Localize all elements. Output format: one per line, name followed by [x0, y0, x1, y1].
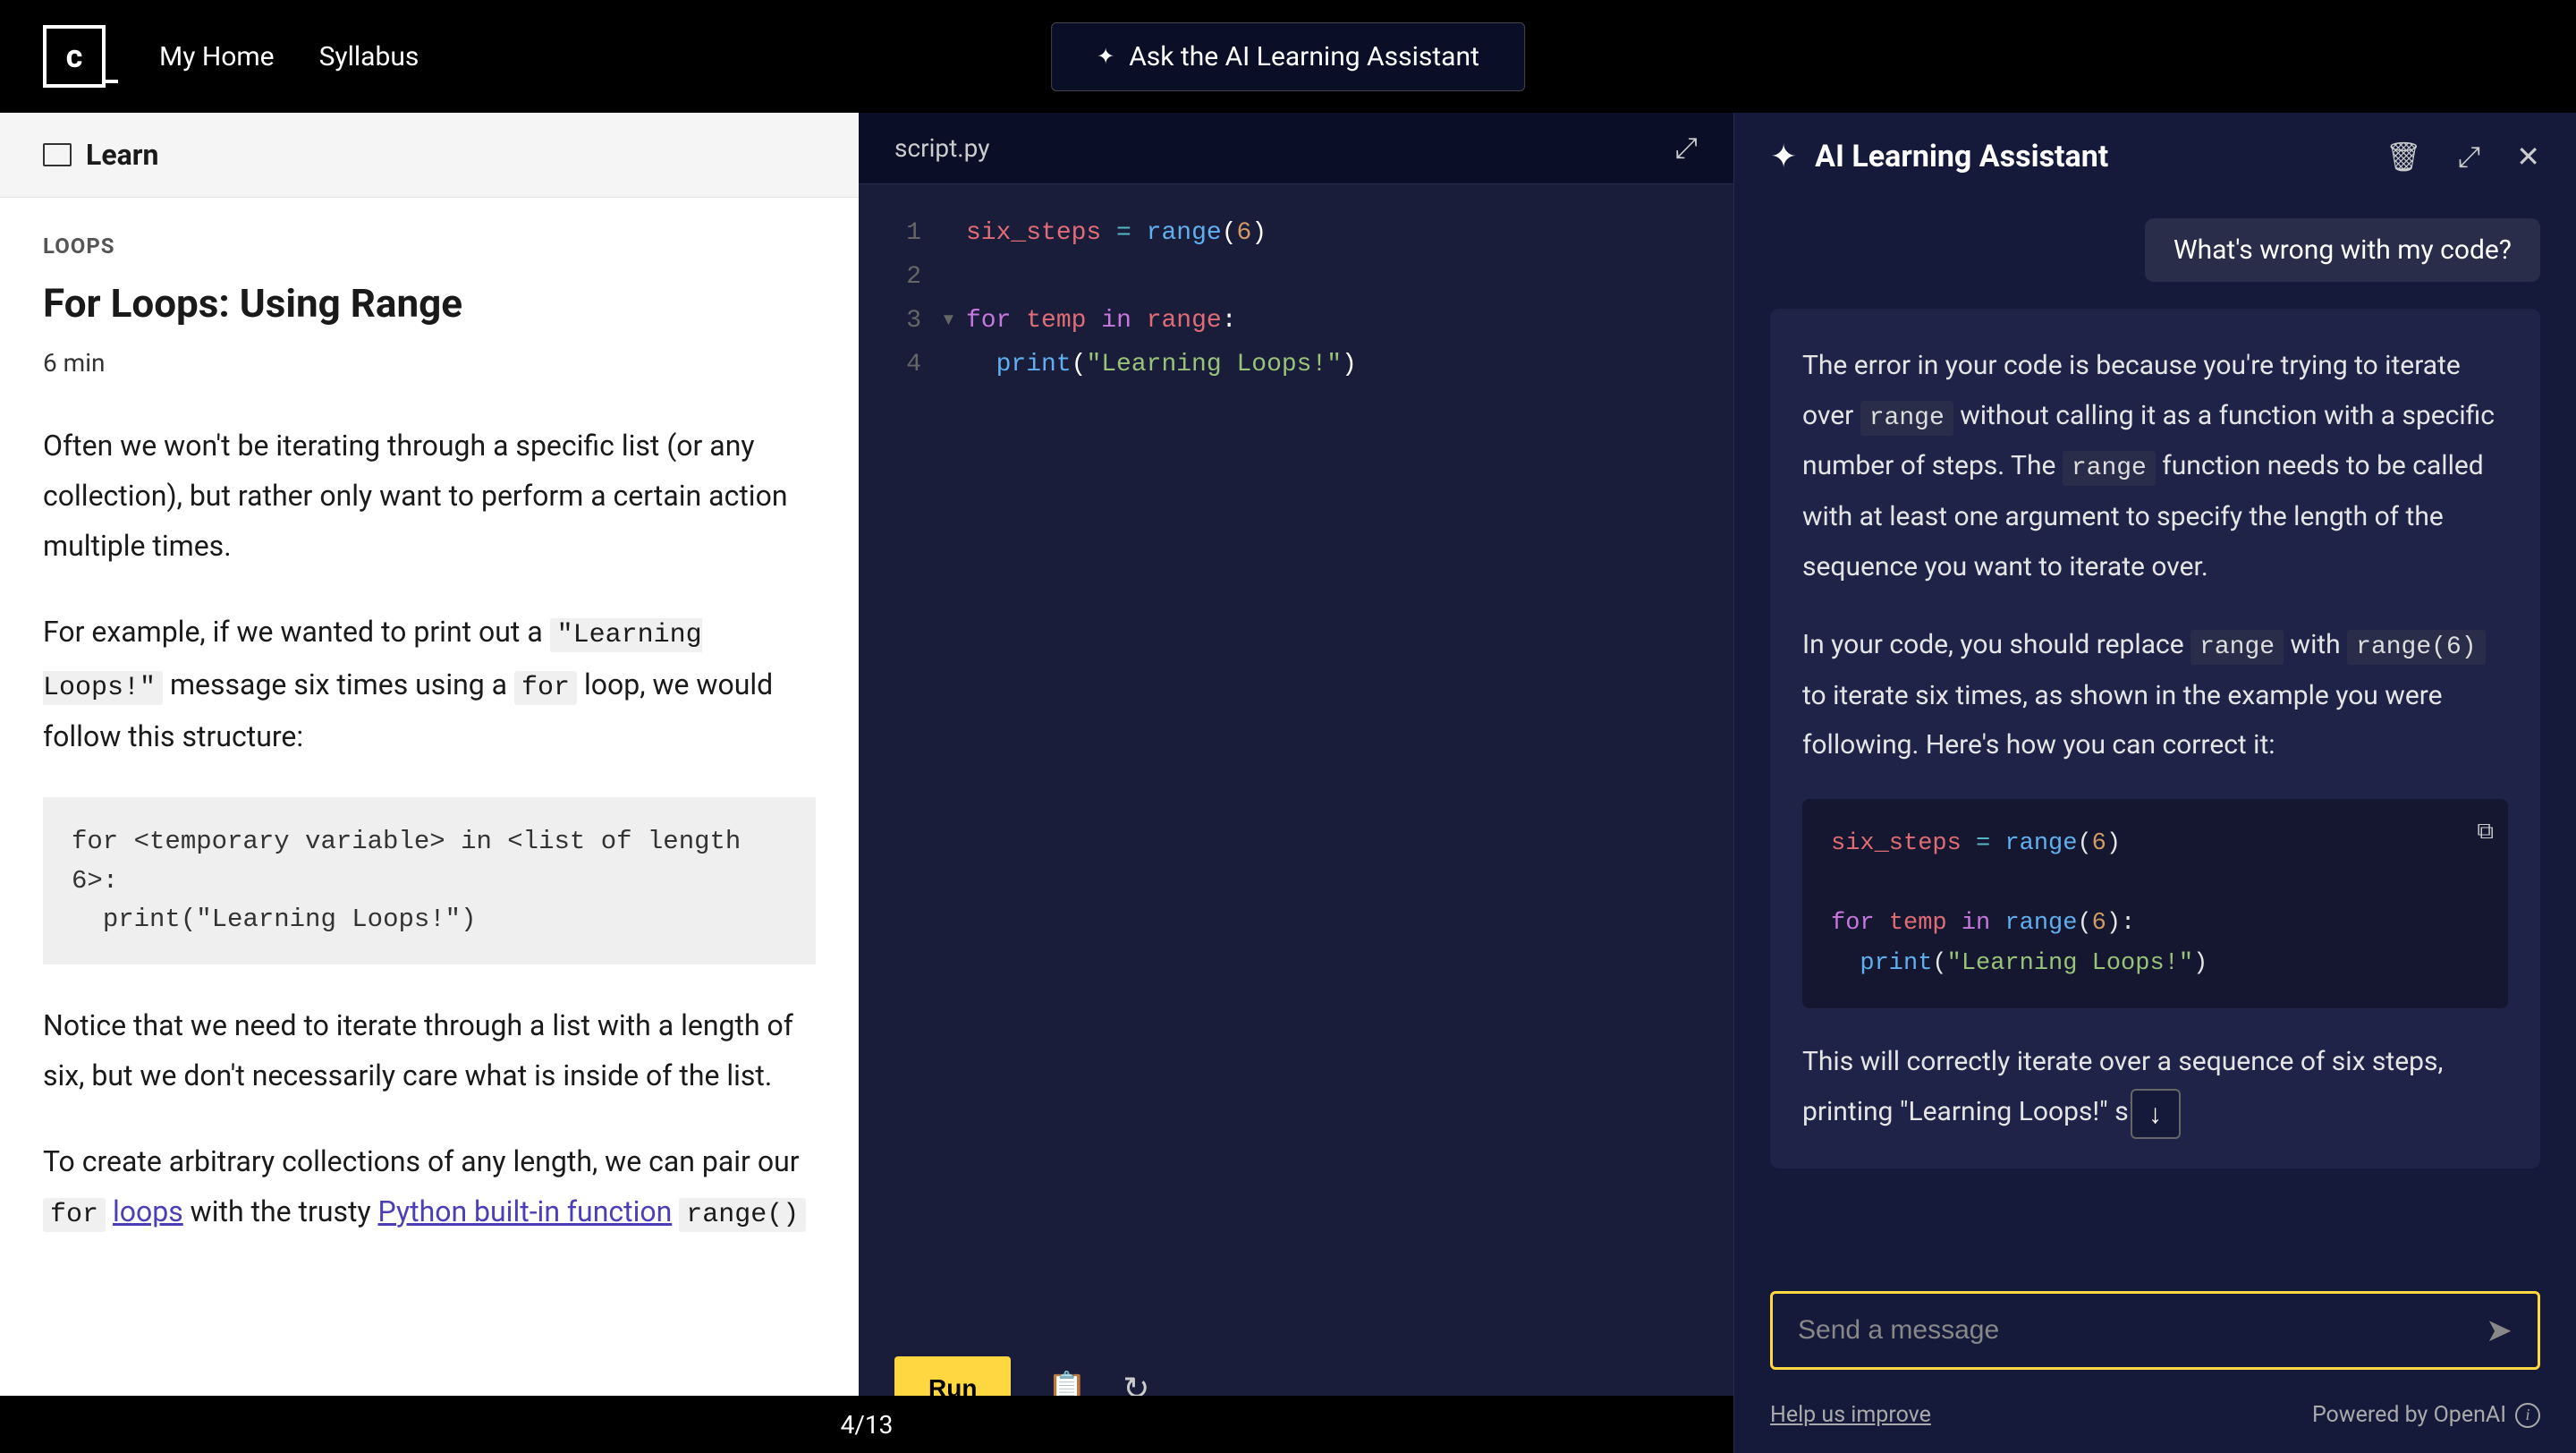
info-icon[interactable]: i [2515, 1403, 2540, 1428]
line-number: 1 [886, 211, 921, 255]
learn-bar: Learn [0, 113, 859, 198]
assistant-footer: Help us improve Powered by OpenAI i [1734, 1388, 2576, 1453]
link-python-builtin[interactable]: Python built-in function [378, 1194, 673, 1228]
editor-panel: script.py ⤢ 1 six_steps = range(6) 2 3 ▾fo… [859, 113, 1733, 1453]
close-icon[interactable]: ✕ [2516, 140, 2540, 174]
lesson-para: To create arbitrary collections of any l… [43, 1136, 816, 1239]
lesson-panel: Learn LOOPS For Loops: Using Range 6 min… [0, 113, 859, 1453]
inline-code: for [514, 671, 577, 705]
inline-code: range [2190, 630, 2284, 665]
code-content: six_steps = range(6) [966, 211, 1267, 255]
trash-icon[interactable]: 🗑 [2385, 140, 2422, 174]
chat-body: What's wrong with my code? The error in … [1734, 200, 2576, 1273]
user-message: What's wrong with my code? [2145, 218, 2540, 282]
assistant-title: AI Learning Assistant [1815, 139, 2350, 174]
input-area: ➤ [1734, 1273, 2576, 1388]
link-loops[interactable]: loops [113, 1194, 183, 1228]
message-input[interactable] [1798, 1315, 2486, 1346]
powered-by: Powered by OpenAI i [2312, 1402, 2540, 1428]
inline-code: range(6) [2347, 630, 2485, 665]
nav-my-home[interactable]: My Home [159, 41, 275, 72]
assistant-header: ✦ AI Learning Assistant 🗑 ⤢ ✕ [1734, 113, 2576, 200]
ai-code-block: ⧉six_steps = range(6) for temp in range(… [1802, 799, 2508, 1008]
ask-ai-label: Ask the AI Learning Assistant [1129, 41, 1479, 72]
ai-message: The error in your code is because you're… [1770, 309, 2540, 1168]
scroll-down-button[interactable]: ↓ [2131, 1089, 2181, 1139]
line-number: 4 [886, 343, 921, 387]
send-icon[interactable]: ➤ [2486, 1312, 2512, 1349]
lesson-para: Often we won't be iterating through a sp… [43, 421, 816, 571]
inline-code: for [43, 1198, 106, 1232]
lesson-para: Notice that we need to iterate through a… [43, 1000, 816, 1100]
editor-filename[interactable]: script.py [894, 133, 990, 163]
assistant-panel: ✦ AI Learning Assistant 🗑 ⤢ ✕ What's wro… [1733, 113, 2576, 1453]
code-content: ▾for temp in range: [966, 299, 1237, 343]
ask-ai-button[interactable]: ✦ Ask the AI Learning Assistant [1051, 22, 1525, 91]
code-content: print("Learning Loops!") [966, 343, 1357, 387]
learn-label: Learn [86, 138, 158, 172]
nav-syllabus[interactable]: Syllabus [319, 41, 419, 72]
help-improve-link[interactable]: Help us improve [1770, 1402, 1931, 1428]
inline-code: range [1860, 401, 1953, 436]
bottom-bar: 4/13 [0, 1396, 1733, 1453]
line-number: 3 [886, 299, 921, 343]
fold-icon[interactable]: ▾ [941, 299, 956, 343]
top-header: c My Home Syllabus ✦ Ask the AI Learning… [0, 0, 2576, 113]
sparkle-icon: ✦ [1770, 138, 1797, 175]
copy-icon[interactable]: ⧉ [2477, 813, 2494, 852]
pagination: 4/13 [841, 1410, 894, 1440]
book-icon [43, 143, 72, 166]
inline-code: range() [679, 1198, 806, 1232]
inline-code: range [2063, 451, 2156, 486]
line-number: 2 [886, 255, 921, 299]
code-editor[interactable]: 1 six_steps = range(6) 2 3 ▾for temp in ra… [859, 184, 1733, 1324]
lesson-duration: 6 min [43, 348, 816, 378]
lesson-category: LOOPS [43, 234, 816, 259]
expand-icon[interactable]: ⤢ [1674, 131, 1698, 166]
lesson-para: For example, if we wanted to print out a… [43, 607, 816, 761]
message-input-wrap: ➤ [1770, 1291, 2540, 1370]
lesson-title: For Loops: Using Range [43, 280, 816, 327]
sparkle-icon: ✦ [1097, 44, 1114, 69]
logo[interactable]: c [43, 25, 106, 88]
editor-tabs: script.py ⤢ [859, 113, 1733, 184]
code-block: for <temporary variable> in <list of len… [43, 797, 816, 964]
lesson-body: LOOPS For Loops: Using Range 6 min Often… [0, 198, 859, 1453]
expand-icon[interactable]: ⤢ [2458, 140, 2481, 174]
